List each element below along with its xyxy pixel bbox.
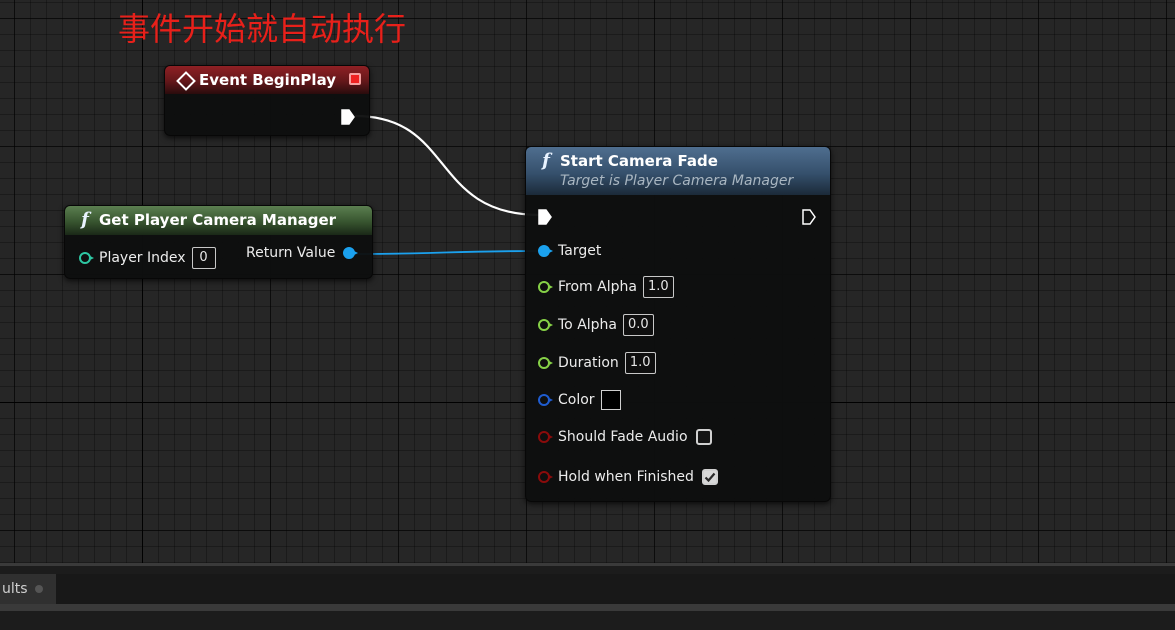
duration-label: Duration xyxy=(558,355,619,371)
color-swatch[interactable] xyxy=(600,390,621,410)
event-diamond-icon xyxy=(176,71,196,91)
event-delegate-pin-icon[interactable] xyxy=(349,73,361,85)
color-label: Color xyxy=(558,392,595,408)
object-pin-icon[interactable] xyxy=(343,247,359,259)
should-fade-audio-checkbox[interactable] xyxy=(695,429,712,445)
to-alpha-input[interactable]: 0.0 xyxy=(623,314,654,336)
duration-pin[interactable]: Duration 1.0 xyxy=(538,352,656,374)
duration-input[interactable]: 1.0 xyxy=(624,352,656,374)
fade-node-header[interactable]: f Start Camera Fade Target is Player Cam… xyxy=(526,147,830,195)
target-pin[interactable]: Target xyxy=(538,243,601,259)
target-label: Target xyxy=(558,243,602,259)
player-index-pin[interactable]: Player Index 0 xyxy=(79,247,216,269)
float-pin-icon[interactable] xyxy=(538,281,553,293)
checkmark-icon xyxy=(704,472,716,483)
bool-pin-icon[interactable] xyxy=(538,431,553,443)
return-value-label: Return Value xyxy=(246,245,336,261)
from-alpha-input[interactable]: 1.0 xyxy=(642,276,674,298)
panel-divider xyxy=(0,604,1175,611)
event-exec-out-pin[interactable] xyxy=(341,109,355,125)
float-pin-icon[interactable] xyxy=(538,357,553,369)
return-value-pin[interactable]: Return Value xyxy=(246,245,359,261)
object-wire[interactable] xyxy=(353,250,541,255)
hold-when-finished-pin[interactable]: Hold when Finished xyxy=(538,469,718,485)
should-fade-audio-label: Should Fade Audio xyxy=(558,429,688,445)
start-camera-fade-node[interactable]: f Start Camera Fade Target is Player Cam… xyxy=(525,146,831,502)
exec-in-icon xyxy=(538,209,552,225)
fade-exec-out-pin[interactable] xyxy=(802,209,816,225)
fade-node-title: Start Camera Fade xyxy=(560,152,718,170)
exec-out-icon xyxy=(802,209,816,225)
event-begin-play-node[interactable]: Event BeginPlay xyxy=(164,65,370,136)
struct-pin-icon[interactable] xyxy=(538,394,553,406)
hold-when-finished-checkbox[interactable] xyxy=(701,469,718,485)
get-player-camera-manager-node[interactable]: f Get Player Camera Manager Player Index… xyxy=(64,205,373,279)
player-index-input[interactable]: 0 xyxy=(191,247,216,269)
annotation-comment: 事件开始就自动执行 xyxy=(118,10,407,48)
to-alpha-pin[interactable]: To Alpha 0.0 xyxy=(538,314,654,336)
blueprint-graph-canvas[interactable]: 事件开始就自动执行 Event BeginPlay f Get Player C… xyxy=(0,0,1175,563)
bottom-panel: ults xyxy=(0,563,1175,630)
event-node-title: Event BeginPlay xyxy=(199,71,337,89)
function-icon: f xyxy=(81,209,89,230)
float-pin-icon[interactable] xyxy=(538,319,553,331)
exec-wire[interactable] xyxy=(354,114,541,217)
exec-out-icon xyxy=(341,109,355,125)
integer-pin-icon[interactable] xyxy=(79,252,94,264)
from-alpha-label: From Alpha xyxy=(558,279,637,295)
object-pin-icon[interactable] xyxy=(538,245,553,257)
event-node-header[interactable]: Event BeginPlay xyxy=(165,66,369,94)
tab-find-results[interactable]: ults xyxy=(0,574,56,604)
close-icon[interactable] xyxy=(35,585,43,593)
color-pin[interactable]: Color xyxy=(538,390,621,410)
fade-exec-in-pin[interactable] xyxy=(538,209,552,225)
fade-node-subtitle: Target is Player Camera Manager xyxy=(560,173,794,189)
hold-when-finished-label: Hold when Finished xyxy=(558,469,694,485)
to-alpha-label: To Alpha xyxy=(558,317,617,333)
should-fade-audio-pin[interactable]: Should Fade Audio xyxy=(538,429,712,445)
function-icon: f xyxy=(542,150,550,171)
from-alpha-pin[interactable]: From Alpha 1.0 xyxy=(538,276,674,298)
tab-label: ults xyxy=(2,581,28,597)
tab-strip xyxy=(0,574,1175,604)
player-index-label: Player Index xyxy=(99,250,186,266)
getpcm-node-header[interactable]: f Get Player Camera Manager xyxy=(65,206,372,235)
getpcm-node-title: Get Player Camera Manager xyxy=(99,211,337,229)
bool-pin-icon[interactable] xyxy=(538,471,553,483)
